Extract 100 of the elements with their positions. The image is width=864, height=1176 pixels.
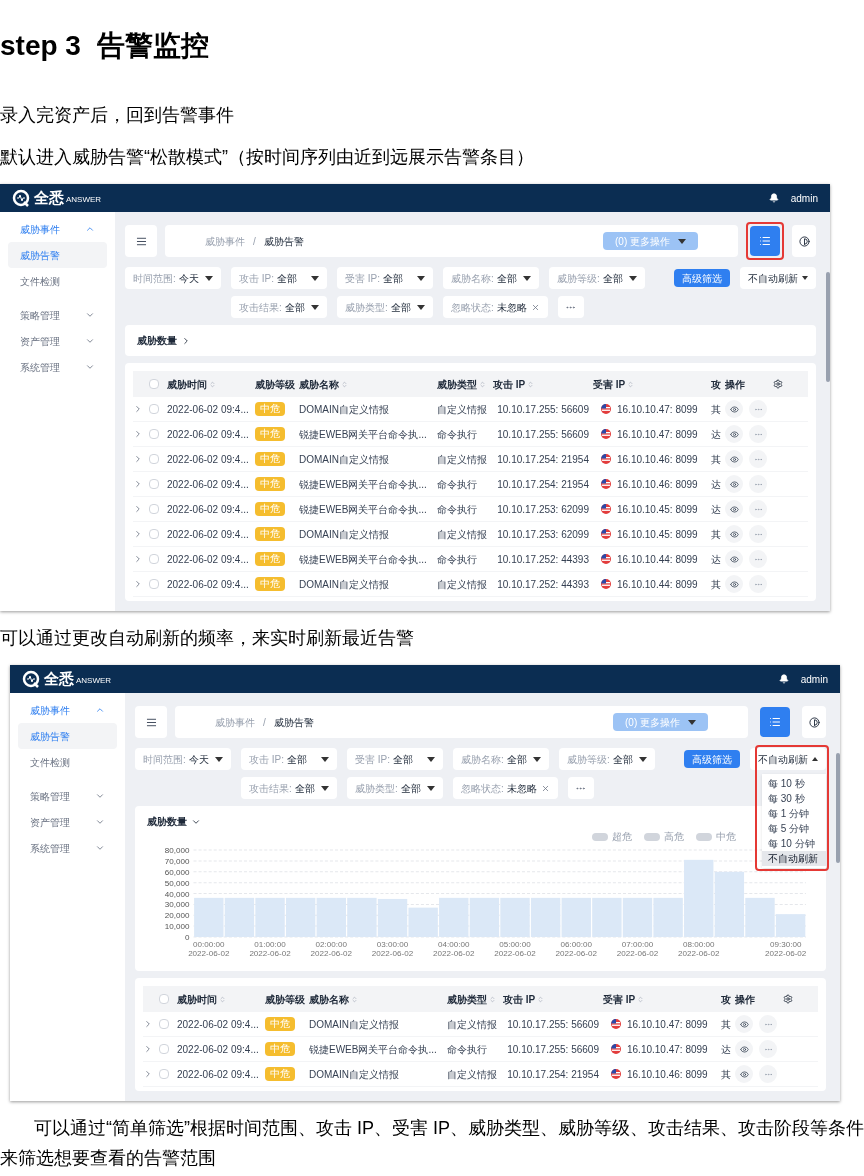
table-cell-text: 命令执行 (437, 477, 477, 492)
breadcrumb-separator: / (253, 234, 256, 249)
table-cell-text: 自定义情报 (437, 527, 487, 542)
table-cell-text: 其 (711, 577, 721, 592)
table-cell-text: 达 (711, 552, 721, 567)
logo-subtitle: ANSWER (76, 675, 112, 687)
axis-label: 06:00:00 2022-06-02 (555, 940, 597, 959)
table-cell-text: 2022-06-02 09:4... (167, 477, 249, 492)
table-cell-text: 10.10.17.252: 44393 (497, 552, 590, 567)
table-cell-text: DOMAIN自定义情报 (299, 402, 389, 417)
table-cell-text: 2022-06-02 09:4... (177, 1067, 259, 1082)
table-cell-text: 其 (721, 1017, 731, 1032)
axis-label: 03:00:00 2022-06-02 (371, 940, 414, 959)
table-cell-text: 16.10.10.44: 8099 (617, 552, 698, 567)
table-cell-text: 自定义情报 (437, 577, 487, 592)
table-cell-text: 锐捷EWEB网关平台命令执... (299, 427, 427, 442)
table-cell-text: 达 (711, 477, 721, 492)
table-cell-text: 16.10.10.45: 8099 (617, 527, 698, 542)
table-cell-text: 16.10.10.47: 8099 (627, 1042, 708, 1057)
table-cell-text: 锐捷EWEB网关平台命令执... (299, 502, 427, 517)
table-cell-text: 10.10.17.255: 56609 (507, 1017, 600, 1032)
table-cell-text: 16.10.10.47: 8099 (617, 402, 698, 417)
table-cell-text: 其 (711, 527, 721, 542)
table-cell-text: 命令执行 (437, 427, 477, 442)
breadcrumb-current: 威胁告警 (263, 234, 304, 249)
level-badge: 中危 (255, 502, 285, 516)
axis-label: 0 (184, 933, 190, 942)
axis-label: 70,000 (164, 856, 190, 866)
table-cell-text: 10.10.17.255: 56609 (497, 402, 590, 417)
axis-label: 04:00:00 2022-06-02 (433, 940, 475, 959)
axis-label: 30,000 (164, 900, 190, 910)
table-cell-text: 10.10.17.252: 44393 (497, 577, 590, 592)
table-cell-text: DOMAIN自定义情报 (299, 452, 389, 467)
table-cell-text: 2022-06-02 09:4... (167, 577, 249, 592)
table-cell-text: 达 (721, 1042, 731, 1057)
table-cell-text: 10.10.17.254: 21954 (497, 477, 590, 492)
table-cell-text: 2022-06-02 09:4... (167, 552, 249, 567)
table-cell-text: 2022-06-02 09:4... (167, 452, 249, 467)
table-cell-text: 2022-06-02 09:4... (177, 1017, 259, 1032)
table-cell-text: 10.10.17.254: 21954 (497, 452, 590, 467)
logo-text: 全悉 (44, 668, 74, 689)
level-badge: 中危 (255, 477, 285, 491)
axis-label: 10,000 (164, 922, 190, 932)
table-cell-text: 自定义情报 (447, 1017, 497, 1032)
paragraph: 可以通过更改自动刷新的频率，来实时刷新最近告警 (0, 627, 415, 650)
paragraph: 可以通过“简单筛选”根据时间范围、攻击 IP、受害 IP、威胁类型、威胁等级、攻击结果、攻击阶段等条件来筛选想要查看的告警范围 (0, 1117, 864, 1171)
table-cell-text: 10.10.17.253: 62099 (497, 502, 590, 517)
breadcrumb-separator: / (263, 715, 266, 730)
table-cell-text: 2022-06-02 09:4... (167, 527, 249, 542)
table-cell-text: 10.10.17.255: 56609 (497, 427, 590, 442)
table-cell-text: DOMAIN自定义情报 (309, 1017, 399, 1032)
axis-label: 00:00:00 2022-06-02 (188, 940, 230, 959)
axis-label: 80,000 (164, 846, 190, 856)
table-cell-text: DOMAIN自定义情报 (309, 1067, 399, 1082)
table-cell-text: 16.10.10.46: 8099 (627, 1067, 708, 1082)
table-cell-text: 其 (711, 452, 721, 467)
axis-label: 08:00:00 2022-06-02 (678, 940, 720, 959)
table-cell-text: 10.10.17.253: 62099 (497, 527, 590, 542)
axis-label: 01:00:00 2022-06-02 (249, 940, 291, 959)
level-badge: 中危 (255, 427, 285, 441)
level-badge: 中危 (255, 577, 285, 591)
axis-label: 40,000 (164, 889, 190, 899)
axis-label: 09:30:00 2022-06-02 (765, 940, 807, 959)
table-cell-text: 16.10.10.46: 8099 (617, 477, 698, 492)
table-cell-text: 16.10.10.46: 8099 (617, 452, 698, 467)
axis-label: 60,000 (164, 867, 190, 877)
table-cell-text: 锐捷EWEB网关平台命令执... (299, 477, 427, 492)
table-cell-text: 锐捷EWEB网关平台命令执... (309, 1042, 437, 1057)
section-heading: step 3 告警监控 (0, 29, 210, 63)
table-cell-text: 其 (711, 402, 721, 417)
axis-label: 07:00:00 2022-06-02 (616, 940, 659, 959)
table-cell-text: DOMAIN自定义情报 (299, 527, 389, 542)
table-cell-text: DOMAIN自定义情报 (299, 577, 389, 592)
paragraph: 默认进入威胁告警“松散模式”（按时间序列由近到远展示告警条目） (0, 146, 535, 169)
table-cell-text: 命令执行 (437, 502, 477, 517)
axis-label: 50,000 (164, 878, 190, 888)
breadcrumb-current: 威胁告警 (273, 715, 314, 730)
level-badge: 中危 (255, 552, 285, 566)
level-badge: 中危 (255, 527, 285, 541)
table-cell-text: 2022-06-02 09:4... (177, 1042, 259, 1057)
table-cell-text: 自定义情报 (437, 402, 487, 417)
table-cell-text: 命令执行 (447, 1042, 487, 1057)
table-cell-text: 16.10.10.44: 8099 (617, 577, 698, 592)
axis-label: 05:00:00 2022-06-02 (494, 940, 536, 959)
table-cell-text: 10.10.17.255: 56609 (507, 1042, 600, 1057)
table-cell-text: 16.10.10.47: 8099 (627, 1017, 708, 1032)
level-badge: 中危 (255, 402, 285, 416)
paragraph: 录入完资产后，回到告警事件 (0, 104, 235, 127)
table-cell-text: 命令执行 (437, 552, 477, 567)
level-badge: 中危 (255, 452, 285, 466)
level-badge: 中危 (265, 1067, 295, 1082)
table-cell-text: 其 (721, 1067, 731, 1082)
table-cell-text: 16.10.10.47: 8099 (617, 427, 698, 442)
table-cell-text: 锐捷EWEB网关平台命令执... (299, 552, 427, 567)
table-cell-text: 2022-06-02 09:4... (167, 427, 249, 442)
table-cell-text: 2022-06-02 09:4... (167, 402, 249, 417)
level-badge: 中危 (265, 1017, 295, 1032)
axis-label: 02:00:00 2022-06-02 (310, 940, 352, 959)
table-cell-text: 自定义情报 (437, 452, 487, 467)
logo-subtitle: ANSWER (66, 194, 102, 206)
